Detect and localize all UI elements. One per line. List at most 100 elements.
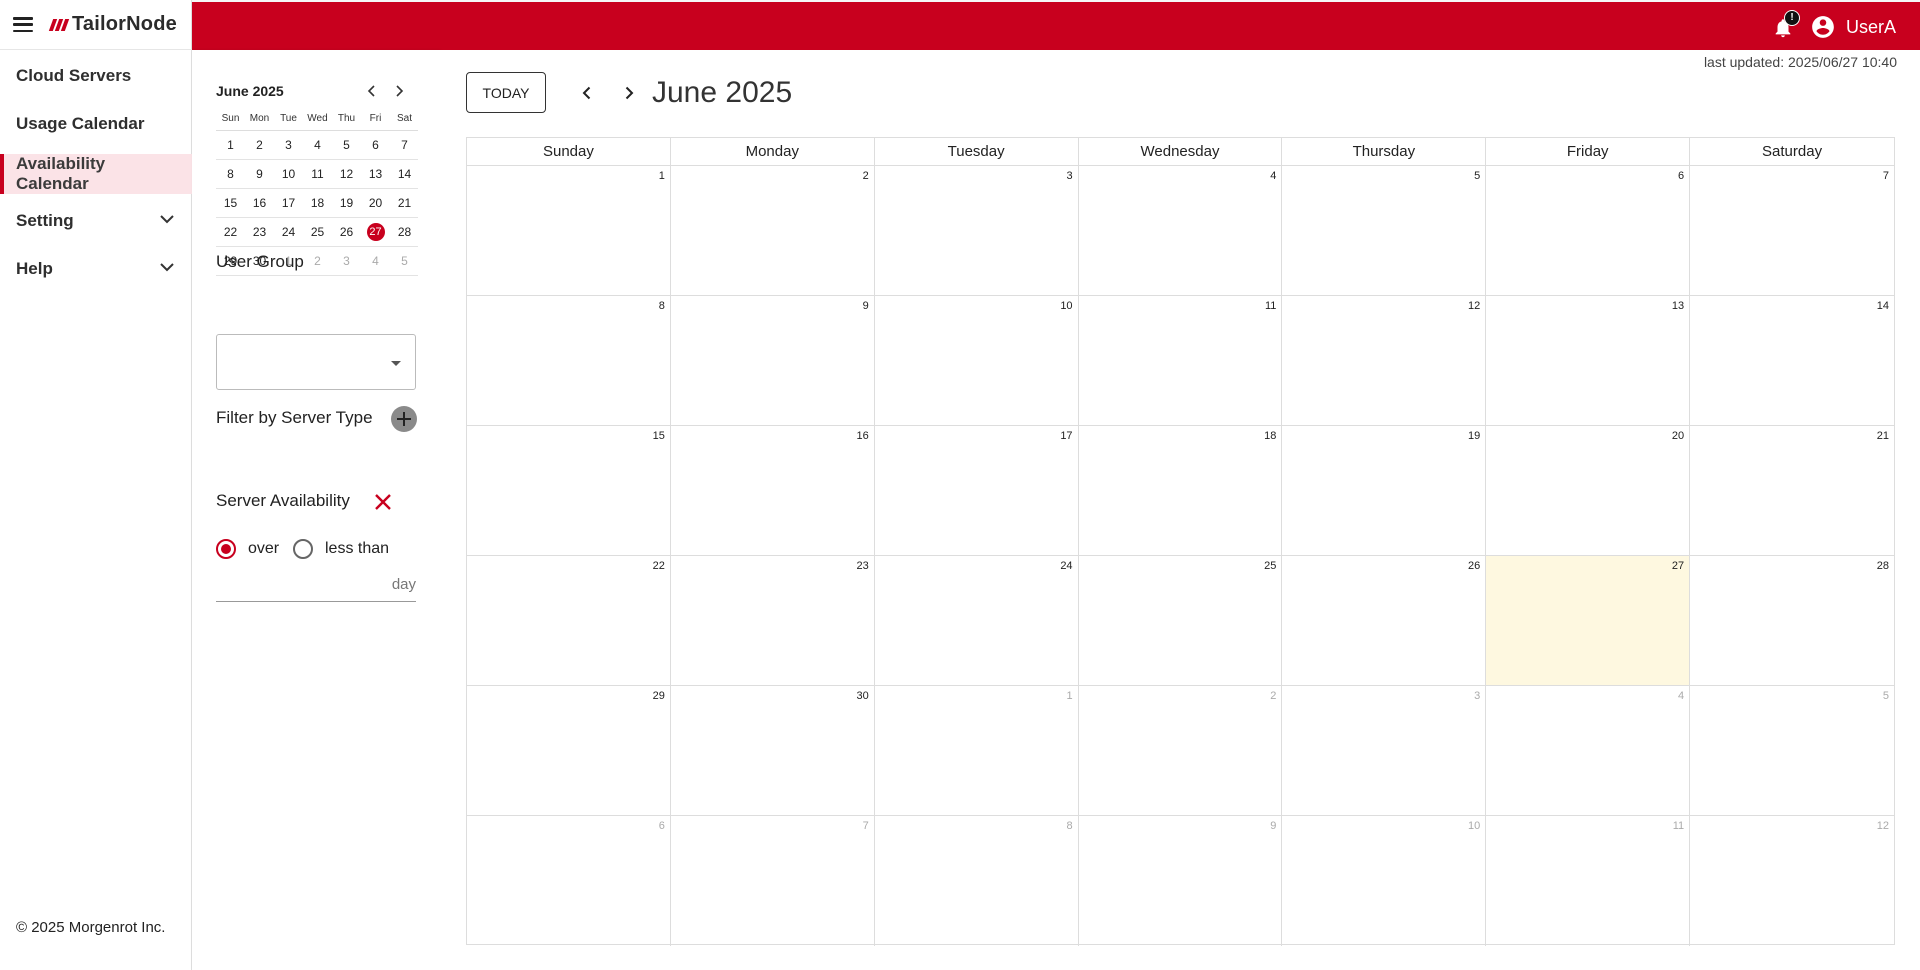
radio-over[interactable]: over — [216, 539, 279, 559]
mini-calendar-day[interactable]: 19 — [332, 196, 361, 210]
calendar-day-cell[interactable]: 7 — [671, 816, 875, 946]
calendar-day-cell[interactable]: 8 — [875, 816, 1079, 946]
mini-calendar-day[interactable]: 10 — [274, 167, 303, 181]
mini-next-month-icon[interactable] — [392, 84, 406, 98]
mini-calendar-day[interactable]: 15 — [216, 196, 245, 210]
calendar-day-cell[interactable]: 12 — [1282, 296, 1487, 425]
calendar-day-cell[interactable]: 26 — [1282, 556, 1487, 685]
nav-cloud-servers[interactable]: Cloud Servers — [0, 66, 192, 86]
mini-calendar-day[interactable]: 17 — [274, 196, 303, 210]
calendar-day-cell[interactable]: 5 — [1282, 166, 1487, 295]
mini-calendar-day[interactable]: 6 — [361, 138, 390, 152]
nav-availability-calendar[interactable]: Availability Calendar — [0, 154, 192, 194]
calendar-day-cell[interactable]: 24 — [875, 556, 1079, 685]
mini-prev-month-icon[interactable] — [365, 84, 379, 98]
calendar-day-cell[interactable]: 6 — [467, 816, 671, 946]
calendar-day-cell[interactable]: 9 — [671, 296, 875, 425]
calendar-day-cell[interactable]: 11 — [1079, 296, 1283, 425]
calendar-day-cell[interactable]: 13 — [1486, 296, 1691, 425]
mini-calendar-day[interactable]: 9 — [245, 167, 274, 181]
nav-help[interactable]: Help — [0, 259, 192, 279]
calendar-day-cell[interactable]: 4 — [1079, 166, 1283, 295]
day-count-input[interactable]: day — [216, 570, 416, 602]
calendar-day-cell[interactable]: 6 — [1486, 166, 1691, 295]
user-group-select[interactable] — [216, 334, 416, 390]
calendar-day-cell[interactable]: 29 — [467, 686, 671, 815]
calendar-day-cell[interactable]: 16 — [671, 426, 875, 555]
mini-calendar-day[interactable]: 3 — [332, 254, 361, 268]
mini-calendar-day[interactable]: 2 — [303, 254, 332, 268]
calendar-day-cell[interactable]: 2 — [671, 166, 875, 295]
calendar-day-cell[interactable]: 10 — [1282, 816, 1487, 946]
menu-icon[interactable] — [13, 17, 33, 32]
calendar-day-cell[interactable]: 2 — [1079, 686, 1283, 815]
calendar-day-cell[interactable]: 28 — [1690, 556, 1894, 685]
prev-month-icon[interactable] — [580, 86, 594, 100]
calendar-day-cell[interactable]: 25 — [1079, 556, 1283, 685]
radio-less-than-indicator — [293, 539, 313, 559]
mini-calendar-day[interactable]: 23 — [245, 225, 274, 239]
calendar-day-cell[interactable]: 3 — [875, 166, 1079, 295]
calendar-day-cell[interactable]: 1 — [875, 686, 1079, 815]
nav-setting[interactable]: Setting — [0, 211, 192, 231]
mini-calendar-day[interactable]: 25 — [303, 225, 332, 239]
calendar-day-cell[interactable]: 19 — [1282, 426, 1487, 555]
calendar-day-cell[interactable]: 30 — [671, 686, 875, 815]
user-menu[interactable]: UserA — [1810, 14, 1896, 40]
calendar-day-cell[interactable]: 23 — [671, 556, 875, 685]
mini-calendar-day[interactable]: 1 — [216, 138, 245, 152]
calendar-day-cell[interactable]: 8 — [467, 296, 671, 425]
mini-calendar-day[interactable]: 20 — [361, 196, 390, 210]
calendar-day-cell[interactable]: 17 — [875, 426, 1079, 555]
calendar-week: 15 16 17 18 19 20 21 — [467, 426, 1894, 556]
calendar-week: 8 9 10 11 12 13 14 — [467, 296, 1894, 426]
calendar-day-cell[interactable]: 7 — [1690, 166, 1894, 295]
mini-calendar-day[interactable]: 18 — [303, 196, 332, 210]
calendar-day-cell[interactable]: 12 — [1690, 816, 1894, 946]
mini-calendar-day[interactable]: 7 — [390, 138, 419, 152]
notification-button[interactable]: ! — [1772, 10, 1800, 40]
mini-calendar-day[interactable]: 3 — [274, 138, 303, 152]
calendar-day-cell[interactable]: 20 — [1486, 426, 1691, 555]
mini-calendar-day[interactable]: 13 — [361, 167, 390, 181]
mini-calendar-day[interactable]: 8 — [216, 167, 245, 181]
mini-calendar-day[interactable]: 26 — [332, 225, 361, 239]
mini-calendar-day[interactable]: 4 — [361, 254, 390, 268]
mini-calendar-day[interactable]: 5 — [332, 138, 361, 152]
calendar-day-cell[interactable]: 11 — [1486, 816, 1691, 946]
calendar-day-cell[interactable]: 5 — [1690, 686, 1894, 815]
calendar-day-cell[interactable]: 15 — [467, 426, 671, 555]
calendar-day-cell[interactable]: 10 — [875, 296, 1079, 425]
calendar-day-cell[interactable]: 22 — [467, 556, 671, 685]
mini-calendar-day[interactable]: 5 — [390, 254, 419, 268]
radio-less-than[interactable]: less than — [293, 539, 389, 559]
mini-calendar-day[interactable]: 14 — [390, 167, 419, 181]
calendar-day-cell[interactable]: 1 — [467, 166, 671, 295]
calendar-day-cell[interactable]: 4 — [1486, 686, 1691, 815]
calendar-day-cell[interactable]: 18 — [1079, 426, 1283, 555]
mini-calendar-day[interactable]: 22 — [216, 225, 245, 239]
mini-weekday: Tue — [280, 113, 297, 124]
calendar-day-cell[interactable]: 3 — [1282, 686, 1487, 815]
weekday-header: Tuesday — [875, 138, 1079, 165]
calendar-day-cell[interactable]: 27 — [1486, 556, 1691, 685]
mini-calendar-day[interactable]: 12 — [332, 167, 361, 181]
calendar-day-cell[interactable]: 14 — [1690, 296, 1894, 425]
mini-calendar-day[interactable]: 2 — [245, 138, 274, 152]
today-button[interactable]: TODAY — [466, 72, 546, 113]
add-filter-button[interactable] — [391, 406, 417, 432]
mini-calendar-day[interactable]: 28 — [390, 225, 419, 239]
nav-usage-calendar[interactable]: Usage Calendar — [0, 114, 192, 134]
logo[interactable]: TailorNode — [48, 13, 177, 36]
next-month-icon[interactable] — [622, 86, 636, 100]
calendar-day-cell[interactable]: 21 — [1690, 426, 1894, 555]
mini-calendar-day[interactable]: 27 — [361, 223, 390, 241]
close-icon[interactable] — [372, 491, 394, 513]
mini-calendar-day[interactable]: 21 — [390, 196, 419, 210]
mini-calendar-day[interactable]: 24 — [274, 225, 303, 239]
mini-calendar-day[interactable]: 16 — [245, 196, 274, 210]
mini-calendar-day-number: 2 — [314, 254, 321, 268]
calendar-day-cell[interactable]: 9 — [1079, 816, 1283, 946]
mini-calendar-day[interactable]: 11 — [303, 167, 332, 181]
mini-calendar-day[interactable]: 4 — [303, 138, 332, 152]
